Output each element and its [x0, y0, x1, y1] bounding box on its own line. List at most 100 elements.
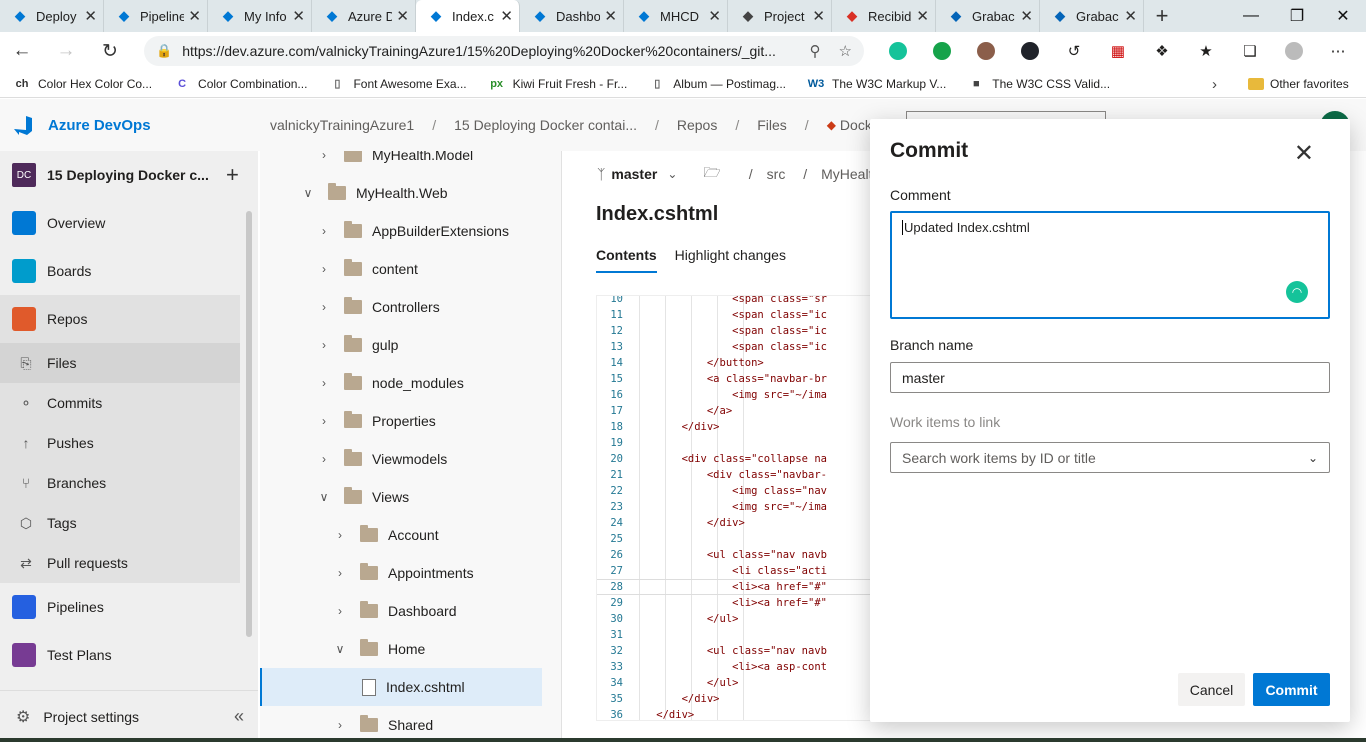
chevron-right-icon[interactable]: › [316, 224, 332, 238]
close-tab-icon[interactable]: ✕ [396, 7, 409, 25]
chevron-right-icon[interactable]: › [316, 151, 332, 162]
collections-icon[interactable]: ❏ [1228, 42, 1272, 60]
chevron-down-icon[interactable]: ∨ [316, 490, 332, 504]
chevron-right-icon[interactable]: › [316, 376, 332, 390]
close-tab-icon[interactable]: ✕ [916, 7, 929, 25]
add-icon[interactable]: + [226, 162, 239, 188]
chevron-right-icon[interactable]: › [332, 604, 348, 618]
chevron-right-icon[interactable]: › [316, 338, 332, 352]
tab-highlight-changes[interactable]: Highlight changes [675, 247, 786, 273]
profile-avatar-icon[interactable] [1272, 42, 1316, 60]
close-tab-icon[interactable]: ✕ [604, 7, 617, 25]
new-tab-icon[interactable]: + [1144, 0, 1180, 32]
close-tab-icon[interactable]: ✕ [1124, 7, 1137, 25]
tree-folder[interactable]: › MyHealth.Model [260, 151, 561, 174]
close-tab-icon[interactable]: ✕ [84, 7, 97, 25]
sidebar-subitem-branches[interactable]: ⑂ Branches [0, 463, 240, 503]
browser-tab[interactable]: ◆ Pipeline ✕ [104, 0, 208, 32]
close-tab-icon[interactable]: ✕ [188, 7, 201, 25]
favorite-link[interactable]: px Kiwi Fruit Fresh - Fr... [475, 70, 636, 98]
tree-folder[interactable]: › gulp [260, 326, 561, 364]
browser-tab[interactable]: ◆ Index.c ✕ [416, 0, 520, 32]
branch-name-input[interactable]: master [890, 362, 1330, 393]
folder-outline-icon[interactable]: 🗁 [703, 162, 720, 186]
sidebar-item-boards[interactable]: Boards [0, 247, 240, 295]
tree-folder[interactable]: › Account [260, 516, 561, 554]
path-segment[interactable]: src [767, 166, 786, 182]
chevron-right-icon[interactable]: › [316, 300, 332, 314]
more-menu-icon[interactable]: ⋯ [1316, 42, 1360, 60]
grammarly-extension-icon[interactable] [876, 42, 920, 60]
sidebar-item-test-plans[interactable]: Test Plans [0, 631, 240, 679]
sidebar-subitem-commits[interactable]: ⚬ Commits [0, 383, 240, 423]
chevron-down-icon[interactable]: ⌄ [1308, 451, 1318, 465]
react-extension-icon[interactable] [1008, 42, 1052, 60]
url-text[interactable]: https://dev.azure.com/valnickyTrainingAz… [182, 43, 782, 59]
key-icon[interactable]: ⚲ [810, 42, 821, 60]
chevron-down-icon[interactable]: ∨ [300, 186, 316, 200]
tree-folder[interactable]: › Viewmodels [260, 440, 561, 478]
tree-folder[interactable]: ∨ MyHealth.Web [260, 174, 561, 212]
browser-tab[interactable]: ◆ Deploy ✕ [0, 0, 104, 32]
close-tab-icon[interactable]: ✕ [1020, 7, 1033, 25]
tree-folder[interactable]: › node_modules [260, 364, 561, 402]
code-editor[interactable]: 10 <span class="sr 11 <span class="ic 12 <… [596, 295, 876, 721]
work-items-search[interactable]: Search work items by ID or title ⌄ [890, 442, 1330, 473]
browser-tab[interactable]: ◆ Dashbo ✕ [520, 0, 624, 32]
browser-tab[interactable]: ◆ Recibid ✕ [832, 0, 936, 32]
tree-folder[interactable]: ∨ Views [260, 478, 561, 516]
favorite-link[interactable]: ch Color Hex Color Co... [0, 70, 160, 98]
favorite-link[interactable]: W3 The W3C Markup V... [794, 70, 954, 98]
close-tab-icon[interactable]: ✕ [708, 7, 721, 25]
sidebar-item-pipelines[interactable]: Pipelines [0, 583, 240, 631]
browser-tab[interactable]: ◆ MHCD ✕ [624, 0, 728, 32]
refresh-icon[interactable]: ↻ [88, 32, 132, 70]
address-bar[interactable]: 🔒 https://dev.azure.com/valnickyTraining… [144, 36, 864, 66]
forward-icon[interactable]: → [44, 32, 88, 70]
project-settings[interactable]: ⚙ Project settings « [0, 690, 258, 742]
breadcrumb-item[interactable]: 15 Deploying Docker contai... [454, 117, 637, 133]
chevron-right-icon[interactable]: › [316, 262, 332, 276]
chevron-right-icon[interactable]: › [332, 566, 348, 580]
browser-tab[interactable]: ◆ Grabac ✕ [1040, 0, 1144, 32]
ruler-extension-icon[interactable]: ▦ [1096, 42, 1140, 60]
sidebar-item-overview[interactable]: Overview [0, 199, 240, 247]
nav-scrollbar[interactable] [246, 211, 252, 637]
close-window-icon[interactable]: ✕ [1320, 0, 1366, 32]
chevron-down-icon[interactable]: ⌄ [667, 167, 677, 181]
favorite-link[interactable]: C Color Combination... [160, 70, 315, 98]
browser-tab[interactable]: ◆ My Info ✕ [208, 0, 312, 32]
sync-extension-icon[interactable]: ↺ [1052, 42, 1096, 60]
project-selector[interactable]: DC 15 Deploying Docker c... + [0, 151, 258, 199]
breadcrumb-item[interactable]: Files [757, 117, 787, 133]
chevron-right-icon[interactable]: › [1212, 70, 1217, 98]
sidebar-subitem-tags[interactable]: ⬡ Tags [0, 503, 240, 543]
tree-folder[interactable]: › Dashboard [260, 592, 561, 630]
collapse-nav-icon[interactable]: « [234, 706, 244, 727]
sidebar-item-repos[interactable]: Repos [0, 295, 240, 343]
browser-tab[interactable]: ◆ Azure D ✕ [312, 0, 416, 32]
breadcrumb-item[interactable]: valnickyTrainingAzure1 [270, 117, 414, 133]
browser-tab[interactable]: ◆ Grabac ✕ [936, 0, 1040, 32]
breadcrumb-item[interactable]: Repos [677, 117, 717, 133]
sidebar-subitem-pushes[interactable]: ↑ Pushes [0, 423, 240, 463]
minimize-icon[interactable]: — [1228, 0, 1274, 32]
tree-file[interactable]: Index.cshtml [260, 668, 542, 706]
favorite-link[interactable]: ▯ Album — Postimag... [635, 70, 794, 98]
restore-icon[interactable]: ❐ [1274, 0, 1320, 32]
tree-folder[interactable]: › Properties [260, 402, 561, 440]
tree-folder[interactable]: › Appointments [260, 554, 561, 592]
close-tab-icon[interactable]: ✕ [292, 7, 305, 25]
tree-folder[interactable]: › Shared [260, 706, 561, 742]
close-icon[interactable]: ✕ [1294, 139, 1314, 168]
close-tab-icon[interactable]: ✕ [812, 7, 825, 25]
back-icon[interactable]: ← [0, 32, 44, 70]
close-tab-icon[interactable]: ✕ [500, 7, 513, 25]
grammarly-icon[interactable]: ◠ [1286, 281, 1308, 303]
azure-devops-logo-icon[interactable] [12, 114, 34, 136]
commit-button[interactable]: Commit [1253, 673, 1330, 706]
favorite-link[interactable]: ■ The W3C CSS Valid... [954, 70, 1118, 98]
tree-folder[interactable]: › content [260, 250, 561, 288]
cancel-button[interactable]: Cancel [1178, 673, 1245, 706]
coconut-extension-icon[interactable] [964, 42, 1008, 60]
